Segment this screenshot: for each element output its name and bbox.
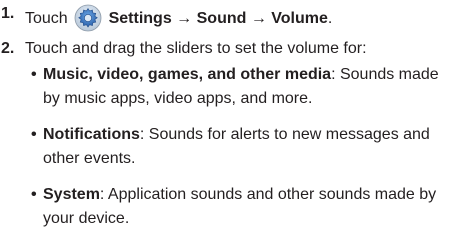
step-end: . xyxy=(327,10,333,27)
settings-gear-icon xyxy=(74,4,102,32)
item-description: : Application sounds and other sounds ma… xyxy=(43,186,437,227)
bullet-icon: • xyxy=(31,66,37,83)
bullet-icon: • xyxy=(31,126,37,143)
bullet-icon: • xyxy=(31,186,37,203)
step-number: 1. xyxy=(1,5,15,22)
item-term-separator: , xyxy=(88,66,98,83)
list-item-system: • System: Application sounds and other s… xyxy=(31,183,457,231)
step-text: Touch Settings → Sound → Volume. xyxy=(25,4,455,32)
item-term-rest: video, games, and other media xyxy=(97,66,332,83)
item-term: Notifications xyxy=(43,126,140,143)
step-text: Touch and drag the sliders to set the vo… xyxy=(25,40,367,57)
item-term: Music xyxy=(43,66,89,83)
list-item-notifications: • Notifications: Sounds for alerts to ne… xyxy=(31,123,457,171)
step-prefix: Touch xyxy=(25,10,68,27)
step-number: 2. xyxy=(1,40,15,57)
item-term: System xyxy=(43,186,100,203)
settings-path: Settings → Sound → Volume xyxy=(108,10,328,27)
volume-options-list: • Music, video, games, and other media : … xyxy=(31,63,457,243)
list-item-music: • Music, video, games, and other media: … xyxy=(31,63,457,111)
